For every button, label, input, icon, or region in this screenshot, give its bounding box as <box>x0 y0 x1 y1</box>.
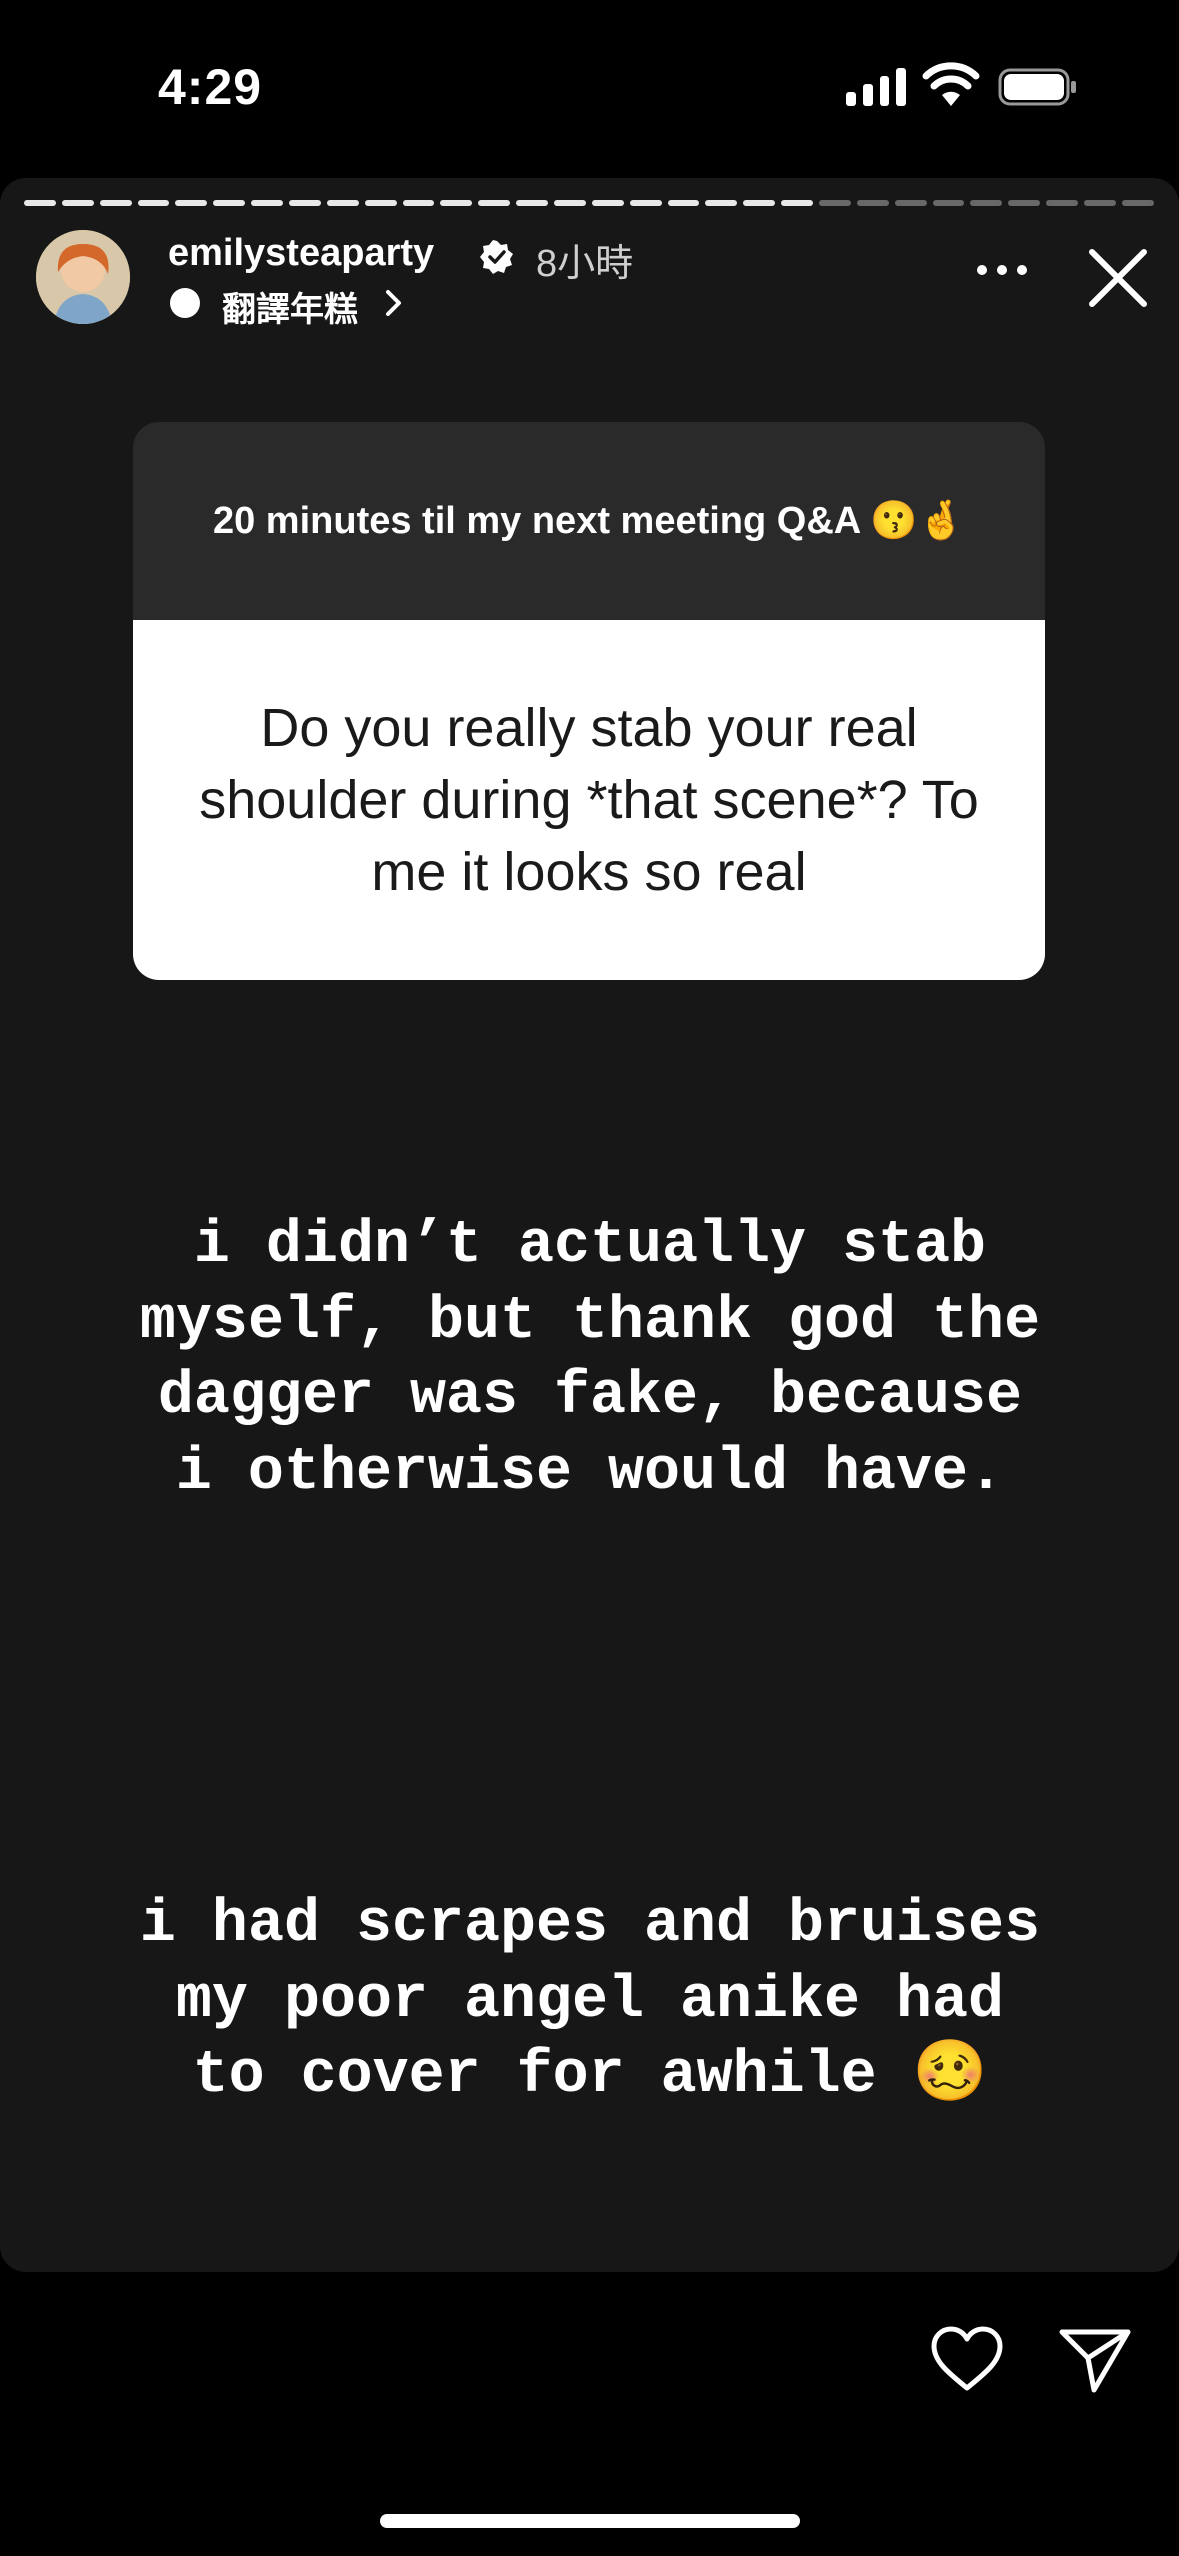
progress-segment <box>402 200 435 206</box>
question-text: Do you really stab your real shoulder du… <box>133 620 1045 980</box>
progress-segment <box>213 200 246 206</box>
verified-badge-icon <box>480 240 513 274</box>
progress-segment <box>932 200 965 206</box>
answer-text: i didn’t actually stab myself, but thank… <box>40 1058 1140 2190</box>
answer-paragraph: i had scrapes and bruises my poor angel … <box>139 1891 1041 2110</box>
question-prompt: 20 minutes til my next meeting Q&A 😗🤞 <box>133 422 1045 620</box>
time-ago: 8小時 <box>536 243 634 285</box>
progress-segment <box>554 200 586 206</box>
progress-segment <box>137 200 170 206</box>
progress-segment <box>667 200 700 206</box>
progress-segment <box>894 200 927 206</box>
progress-segment <box>440 200 473 206</box>
send-icon[interactable] <box>1058 2326 1132 2394</box>
progress-segment <box>364 200 397 206</box>
progress-segment <box>478 200 511 206</box>
progress-segment <box>289 200 321 206</box>
progress-segment <box>61 200 94 206</box>
more-horizontal-icon[interactable] <box>972 258 1032 282</box>
progress-segment <box>175 200 208 206</box>
progress-segment <box>629 200 662 206</box>
progress-segment <box>819 200 851 206</box>
heart-icon[interactable] <box>930 2326 1004 2392</box>
avatar[interactable] <box>36 230 130 324</box>
chevron-right-icon[interactable] <box>382 286 406 320</box>
music-icon <box>170 288 200 318</box>
progress-segment <box>516 200 549 206</box>
progress-segment <box>24 200 56 206</box>
progress-segment <box>743 200 776 206</box>
answer-paragraph: i didn’t actually stab myself, but thank… <box>139 1212 1041 1507</box>
close-icon[interactable] <box>1086 246 1150 310</box>
progress-segment <box>1008 200 1041 206</box>
progress-segment <box>251 200 284 206</box>
progress-segment <box>1084 200 1116 206</box>
wifi-icon <box>922 62 980 106</box>
progress-segment <box>326 200 359 206</box>
progress-segment <box>970 200 1003 206</box>
progress-segment <box>591 200 624 206</box>
progress-segment <box>1121 200 1154 206</box>
progress-segment <box>99 200 132 206</box>
progress-segment <box>705 200 738 206</box>
progress-segment <box>1046 200 1079 206</box>
progress-segment <box>781 200 814 206</box>
signal-bars-icon <box>846 66 906 106</box>
music-label[interactable]: 翻譯年糕 <box>222 282 358 331</box>
home-indicator[interactable] <box>380 2514 800 2528</box>
battery-full-icon <box>998 68 1076 106</box>
story-progress-bar <box>24 200 1154 206</box>
status-time: 4:29 <box>158 59 263 115</box>
progress-segment <box>856 200 889 206</box>
username[interactable]: emilysteaparty <box>168 232 434 275</box>
question-card: 20 minutes til my next meeting Q&A 😗🤞 Do… <box>133 422 1045 980</box>
